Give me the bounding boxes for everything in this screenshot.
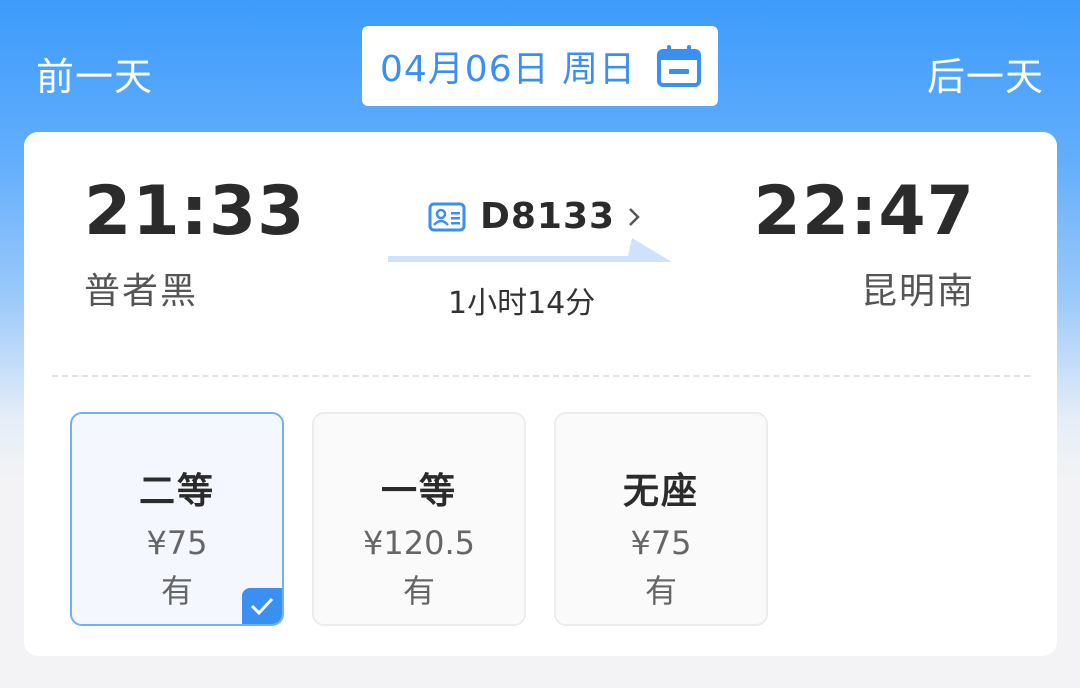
train-number-link[interactable]: D8133 bbox=[428, 196, 641, 237]
train-detail-card: 21:33 普者黑 D8133 1小时14分 22:47 昆明南 二等 ¥75 … bbox=[24, 132, 1057, 656]
arrival-time: 22:47 bbox=[753, 172, 975, 251]
seat-class-name: 二等 bbox=[138, 471, 215, 512]
seat-price: ¥120.5 bbox=[363, 524, 475, 562]
dashed-divider bbox=[52, 375, 1030, 377]
seat-availability: 有 bbox=[402, 572, 435, 610]
date-label: 04月06日 周日 bbox=[380, 49, 637, 90]
chevron-right-icon bbox=[629, 207, 640, 226]
selected-check-icon bbox=[242, 588, 282, 624]
departure-station: 普者黑 bbox=[84, 271, 199, 312]
arrival-station: 昆明南 bbox=[860, 271, 975, 312]
train-number: D8133 bbox=[480, 196, 616, 237]
departure-time: 21:33 bbox=[84, 172, 306, 251]
seat-class-name: 无座 bbox=[622, 471, 699, 512]
seat-price: ¥75 bbox=[630, 524, 692, 562]
ticket-card-icon bbox=[428, 202, 466, 231]
seat-option-second-class[interactable]: 二等 ¥75 有 bbox=[70, 412, 284, 626]
travel-duration: 1小时14分 bbox=[448, 286, 596, 321]
seat-option-standing[interactable]: 无座 ¥75 有 bbox=[554, 412, 768, 626]
date-navigation-bar: 前一天 04月06日 周日 后一天 bbox=[0, 0, 1080, 132]
seat-option-first-class[interactable]: 一等 ¥120.5 有 bbox=[312, 412, 526, 626]
calendar-icon bbox=[657, 45, 701, 87]
prev-day-button[interactable]: 前一天 bbox=[36, 46, 153, 101]
direction-arrow-icon bbox=[388, 238, 672, 262]
next-day-button[interactable]: 后一天 bbox=[927, 46, 1044, 101]
seat-class-name: 一等 bbox=[380, 471, 457, 512]
seat-price: ¥75 bbox=[146, 524, 208, 562]
date-selector[interactable]: 04月06日 周日 bbox=[362, 26, 718, 106]
seat-availability: 有 bbox=[644, 572, 677, 610]
